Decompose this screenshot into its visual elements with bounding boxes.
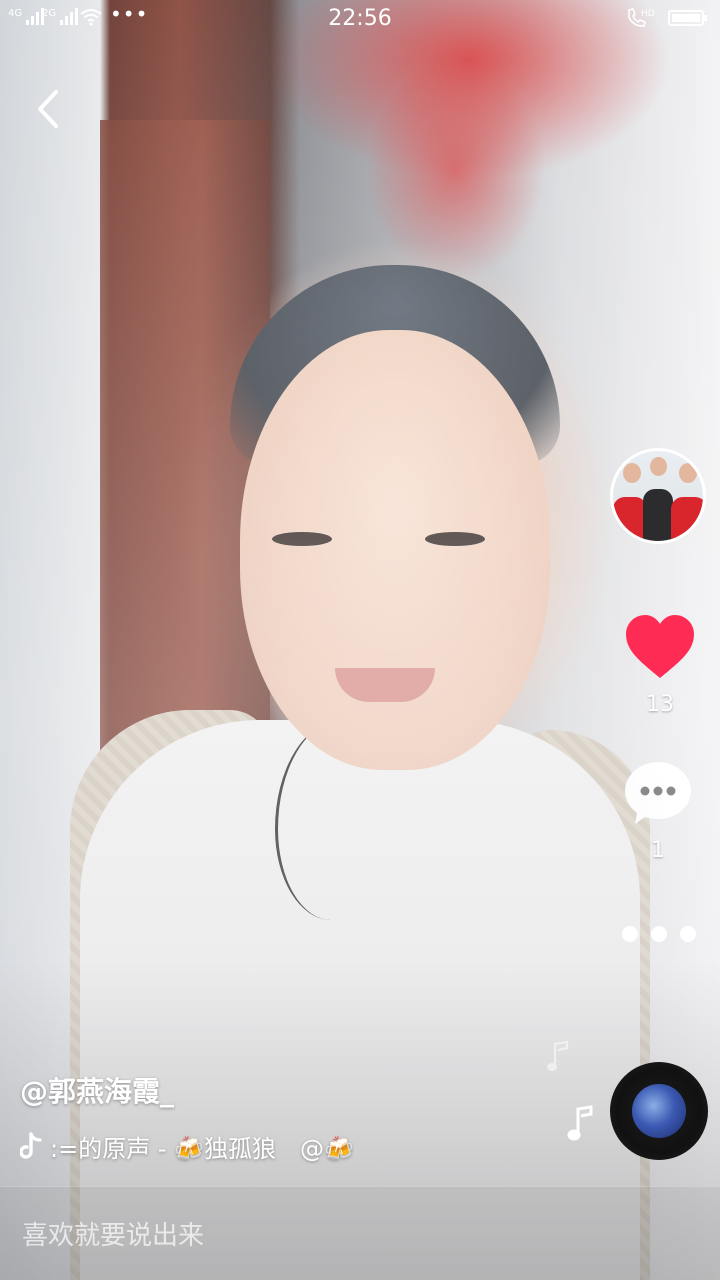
battery-icon	[668, 10, 707, 26]
back-button[interactable]	[28, 84, 72, 134]
like-button[interactable]: 13	[620, 614, 700, 717]
video-screen[interactable]: 4G 2G ••• 22:56 HD 13 1 @郭燕海霞_:=的原声 - 🍻…	[0, 0, 720, 1280]
more-options-button[interactable]	[622, 920, 696, 948]
music-disc-button[interactable]	[610, 1062, 708, 1160]
hd-call-icon: HD	[628, 8, 655, 27]
tiktok-note-icon	[20, 1132, 42, 1159]
chevron-left-icon	[38, 90, 58, 128]
comment-button[interactable]: 1	[620, 760, 696, 863]
status-time: 22:56	[328, 6, 392, 31]
battery-fill	[672, 14, 701, 22]
heart-icon	[626, 615, 694, 678]
music-track-text: :=的原声 - 🍻独孤狼 @🍻	[50, 1134, 354, 1163]
music-note-icon	[567, 1105, 593, 1141]
speech-bubble-icon	[625, 762, 691, 824]
ellipsis-icon	[622, 926, 638, 942]
floating-note-icon	[547, 1040, 569, 1071]
comment-placeholder: 喜欢就要说出来	[22, 1221, 205, 1251]
music-marquee: :=的原声 - 🍻独孤狼 @🍻	[50, 1129, 354, 1164]
status-bar: 4G 2G ••• 22:56 HD	[0, 0, 720, 40]
comment-input-bar[interactable]: 喜欢就要说出来	[0, 1186, 720, 1280]
like-count: 13	[646, 692, 674, 717]
comment-count: 1	[651, 838, 665, 863]
svg-text:HD: HD	[641, 9, 655, 19]
author-handle[interactable]: @郭燕海霞_	[20, 1070, 174, 1110]
music-cover-art	[632, 1084, 686, 1138]
music-info[interactable]: :=的原声 - 🍻独孤狼 @🍻	[20, 1126, 400, 1166]
author-avatar[interactable]	[610, 448, 706, 544]
